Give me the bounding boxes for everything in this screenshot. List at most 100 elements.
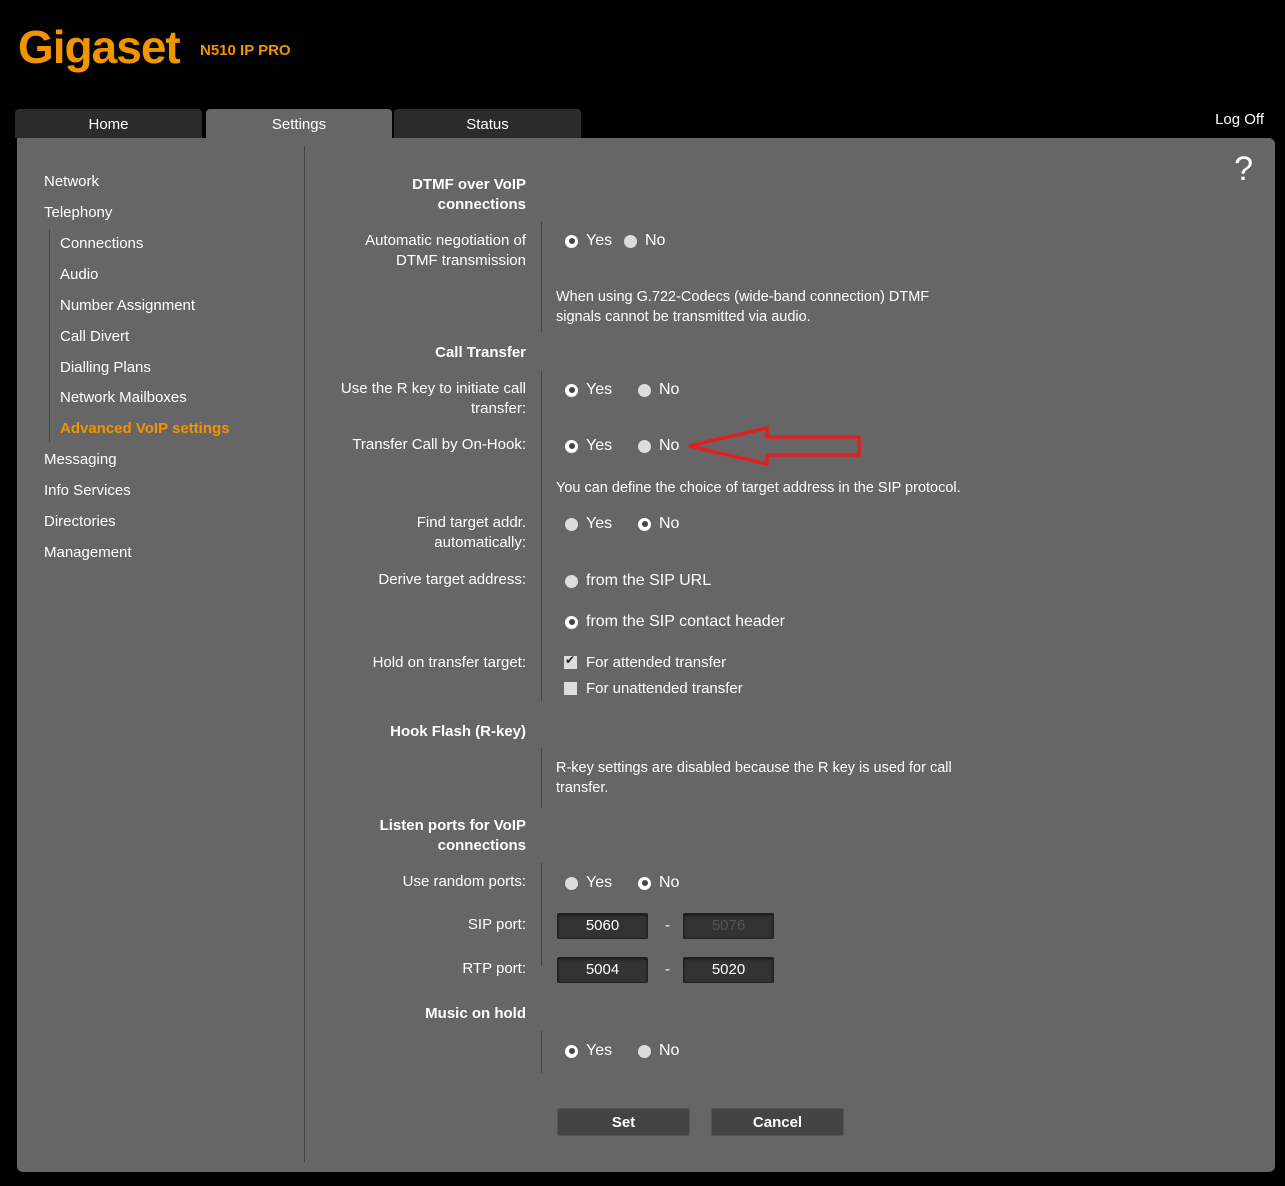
label-derive-target: Derive target address: <box>378 571 526 588</box>
cancel-button[interactable]: Cancel <box>711 1108 844 1136</box>
radio-label: No <box>645 232 666 249</box>
sidebar-divider <box>304 146 305 1162</box>
sidebar-item-advanced-voip[interactable]: Advanced VoIP settings <box>60 420 230 437</box>
radio-label: No <box>659 874 680 891</box>
radio-rkey-yes[interactable]: Yes <box>565 381 612 399</box>
sidebar-item-network-mailboxes[interactable]: Network Mailboxes <box>60 389 187 406</box>
radio-find-target-yes[interactable]: Yes <box>565 515 612 533</box>
radio-derive-sip-contact[interactable]: from the SIP contact header <box>565 613 785 631</box>
radio-selected-icon <box>638 517 651 531</box>
checkbox-label: For attended transfer <box>586 654 727 671</box>
label-line: Find target addr. <box>416 514 526 531</box>
help-icon[interactable]: ? <box>1234 150 1253 189</box>
radio-unselected-icon <box>565 574 578 588</box>
radio-label: Yes <box>586 515 613 532</box>
dtmf-note: When using G.722-Codecs (wide-band conne… <box>556 287 929 327</box>
label-line: transfer: <box>470 400 526 417</box>
radio-selected-icon <box>565 615 578 629</box>
section-title-line: Listen ports for VoIP <box>379 817 526 834</box>
radio-random-ports-yes[interactable]: Yes <box>565 874 612 892</box>
tab-status[interactable]: Status <box>394 109 581 138</box>
tab-settings[interactable]: Settings <box>206 109 392 138</box>
label-line: DTMF transmission <box>395 252 526 269</box>
sidebar-item-info-services[interactable]: Info Services <box>44 482 131 499</box>
radio-auto-dtmf-no[interactable]: No <box>624 232 665 250</box>
radio-auto-dtmf-yes[interactable]: Yes <box>565 232 612 250</box>
section-title-line: connections <box>437 196 526 213</box>
label-hold-target: Hold on transfer target: <box>372 654 526 671</box>
radio-rkey-no[interactable]: No <box>638 381 679 399</box>
radio-onhook-yes[interactable]: Yes <box>565 437 612 455</box>
radio-label: from the SIP contact header <box>586 613 785 630</box>
radio-label: No <box>659 515 680 532</box>
label-rkey-transfer: Use the R key to initiate call transfer: <box>341 379 526 419</box>
radio-label: Yes <box>586 874 613 891</box>
radio-unselected-icon <box>624 234 637 248</box>
radio-selected-icon <box>565 439 578 453</box>
section-title-music-on-hold: Music on hold <box>425 1005 526 1022</box>
checkbox-unattended-transfer[interactable]: For unattended transfer <box>564 680 743 697</box>
label-sip-port: SIP port: <box>467 916 526 933</box>
sidebar-item-audio[interactable]: Audio <box>60 266 98 283</box>
radio-unselected-icon <box>638 1044 651 1058</box>
tab-home[interactable]: Home <box>15 109 202 138</box>
field-divider <box>541 222 542 332</box>
radio-moh-yes[interactable]: Yes <box>565 1042 612 1060</box>
annotation-arrow-icon <box>688 426 861 466</box>
radio-unselected-icon <box>565 517 578 531</box>
transfer-note: You can define the choice of target addr… <box>556 480 961 496</box>
radio-label: No <box>659 437 680 454</box>
radio-selected-icon <box>565 234 578 248</box>
sidebar-item-number-assignment[interactable]: Number Assignment <box>60 297 195 314</box>
section-title-line: DTMF over VoIP <box>412 176 526 193</box>
sidebar-item-connections[interactable]: Connections <box>60 235 143 252</box>
sidebar: Network Telephony Connections Audio Numb… <box>17 138 305 1164</box>
header: Gigaset N510 IP PRO Home Settings Status… <box>0 0 1285 140</box>
sidebar-item-network[interactable]: Network <box>44 173 99 190</box>
radio-unselected-icon <box>565 876 578 890</box>
logoff-link[interactable]: Log Off <box>1215 111 1264 128</box>
hookflash-note: R-key settings are disabled because the … <box>556 758 952 798</box>
set-button[interactable]: Set <box>557 1108 690 1136</box>
field-divider <box>541 748 542 808</box>
label-line: automatically: <box>434 534 526 551</box>
sip-port-to-input[interactable]: 5076 <box>683 913 774 939</box>
note-line: signals cannot be transmitted via audio. <box>556 309 811 325</box>
label-line: Automatic negotiation of <box>365 232 526 249</box>
radio-random-ports-no[interactable]: No <box>638 874 679 892</box>
settings-panel: ? Network Telephony Connections Audio Nu… <box>17 138 1275 1172</box>
sidebar-item-call-divert[interactable]: Call Divert <box>60 328 129 345</box>
label-auto-dtmf: Automatic negotiation of DTMF transmissi… <box>365 231 526 271</box>
section-title-dtmf: DTMF over VoIP connections <box>412 175 526 215</box>
note-line: transfer. <box>556 780 609 796</box>
radio-unselected-icon <box>638 439 651 453</box>
checkbox-attended-transfer[interactable]: For attended transfer <box>564 653 727 671</box>
section-title-hook-flash: Hook Flash (R-key) <box>390 723 526 740</box>
sidebar-item-management[interactable]: Management <box>44 544 132 561</box>
sidebar-item-messaging[interactable]: Messaging <box>44 451 117 468</box>
checkbox-checked-icon <box>564 653 577 669</box>
sidebar-item-dialling-plans[interactable]: Dialling Plans <box>60 359 151 376</box>
label-onhook: Transfer Call by On-Hook: <box>352 436 526 453</box>
range-dash: - <box>665 917 670 934</box>
radio-find-target-no[interactable]: No <box>638 515 679 533</box>
radio-label: Yes <box>586 381 613 398</box>
checkbox-label: For unattended transfer <box>586 680 743 697</box>
label-rtp-port: RTP port: <box>462 960 526 977</box>
rtp-port-from-input[interactable]: 5004 <box>557 957 648 983</box>
sidebar-item-telephony[interactable]: Telephony <box>44 204 112 221</box>
radio-label: Yes <box>586 437 613 454</box>
radio-label: from the SIP URL <box>586 572 712 589</box>
radio-label: Yes <box>586 232 613 249</box>
rtp-port-to-input[interactable]: 5020 <box>683 957 774 983</box>
sip-port-from-input[interactable]: 5060 <box>557 913 648 939</box>
radio-selected-icon <box>565 383 578 397</box>
sidebar-item-directories[interactable]: Directories <box>44 513 116 530</box>
brand-logo: Gigaset <box>18 21 181 73</box>
radio-moh-no[interactable]: No <box>638 1042 679 1060</box>
checkbox-unchecked-icon <box>564 682 577 695</box>
radio-onhook-no[interactable]: No <box>638 437 679 455</box>
section-title-line: connections <box>437 837 526 854</box>
radio-derive-sip-url[interactable]: from the SIP URL <box>565 572 711 590</box>
radio-selected-icon <box>565 1044 578 1058</box>
